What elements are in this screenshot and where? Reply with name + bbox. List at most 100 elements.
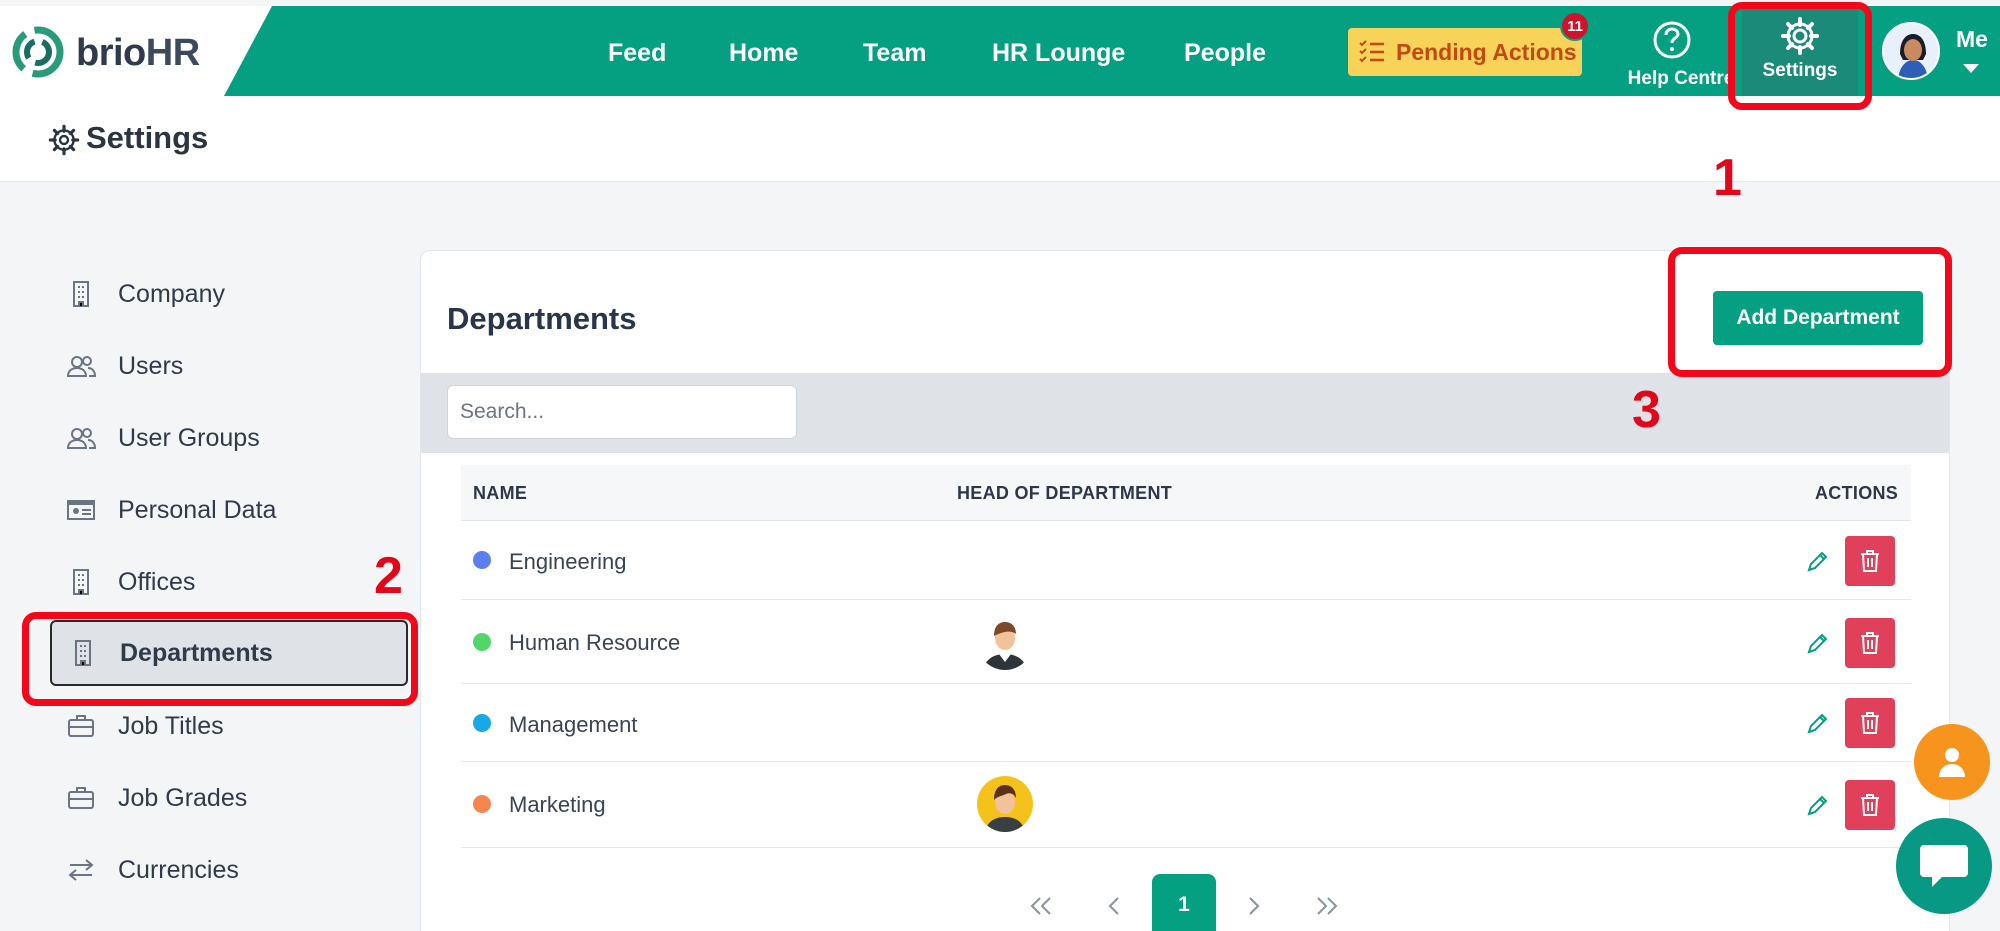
help-centre-button[interactable]: Help Centre [1616,16,1740,92]
department-color-dot [473,714,491,732]
avatar-man-icon [977,614,1033,670]
next-page-button[interactable] [1240,876,1268,931]
annotation-highlight-add-department [1668,247,1952,377]
page-button-current[interactable]: 1 [1152,874,1216,931]
department-name: Engineering [509,549,627,574]
table-row: Engineering [461,522,1911,600]
department-name: Human Resource [509,630,681,655]
first-page-button[interactable] [1024,876,1058,931]
user-support-button[interactable] [1914,724,1990,800]
pending-actions-label: Pending Actions [1396,38,1577,65]
department-color-dot [473,633,491,651]
departments-title: Departments [447,301,637,336]
trash-icon [1861,712,1879,734]
chevron-double-right-icon [1317,897,1338,915]
briohr-logo-icon [12,26,64,78]
users-icon [66,428,96,449]
briefcase-icon [68,787,94,809]
column-header-head: HEAD OF DEPARTMENT [957,483,1173,503]
sidebar-item-label: Job Grades [118,783,248,812]
nav-people[interactable]: People [1184,39,1266,68]
building-icon [73,281,89,307]
annotation-highlight-settings [1728,2,1872,110]
building-icon [73,569,89,595]
chat-bubble-icon [1920,845,1968,887]
department-color-dot [473,795,491,813]
pencil-icon [1807,633,1828,654]
sidebar-item-offices[interactable]: Offices [50,553,410,611]
last-page-button[interactable] [1310,876,1344,931]
user-avatar[interactable] [1882,22,1940,80]
id-card-icon [67,500,95,520]
checklist-icon [1359,40,1384,63]
sidebar-item-job-grades[interactable]: Job Grades [50,769,410,827]
trash-icon [1861,550,1879,572]
nav-home[interactable]: Home [729,39,798,68]
search-bar [421,373,1949,453]
edit-button[interactable] [1801,706,1835,740]
sidebar-item-label: Users [118,351,184,380]
sidebar-item-label: Job Titles [118,711,224,740]
sidebar-item-label: Offices [118,567,196,596]
sidebar-item-user-groups[interactable]: User Groups [50,409,410,467]
search-input[interactable] [447,385,797,439]
edit-button[interactable] [1801,626,1835,660]
pencil-icon [1807,551,1828,572]
trash-icon [1861,632,1879,654]
brand-name: brioHR [76,32,200,74]
head-of-department-avatar[interactable] [977,776,1033,832]
sidebar-item-label: Company [118,279,225,308]
sidebar-item-label: Currencies [118,855,239,884]
delete-button[interactable] [1845,698,1895,748]
nav-team[interactable]: Team [863,39,926,68]
edit-button[interactable] [1801,788,1835,822]
table-row: Marketing [461,762,1911,848]
gear-icon [48,124,80,156]
edit-button[interactable] [1801,544,1835,578]
briefcase-icon [68,715,94,737]
sidebar-item-personal-data[interactable]: Personal Data [50,481,410,539]
annotation-step-1: 1 [1713,149,1742,207]
nav-feed[interactable]: Feed [608,39,666,68]
annotation-step-3: 3 [1632,381,1661,439]
pending-actions-button[interactable]: Pending Actions [1348,28,1582,76]
pending-count-badge: 11 [1560,11,1590,41]
table-row: Management [461,684,1911,762]
trash-icon [1861,794,1879,816]
sidebar-item-company[interactable]: Company [50,265,410,323]
pencil-icon [1807,713,1828,734]
chevron-left-icon [1108,897,1119,915]
previous-page-button[interactable] [1100,876,1128,931]
department-color-dot [473,551,491,569]
annotation-step-2: 2 [374,547,403,605]
page-title: Settings [86,120,209,155]
person-icon [1939,748,1965,777]
chat-button[interactable] [1896,818,1992,914]
column-header-name: NAME [473,483,528,503]
table-row: Human Resource [461,600,1911,684]
delete-button[interactable] [1845,780,1895,830]
chevron-down-icon[interactable] [1963,64,1979,73]
nav-hr-lounge[interactable]: HR Lounge [992,39,1125,68]
sidebar-item-currencies[interactable]: Currencies [50,841,410,899]
delete-button[interactable] [1845,536,1895,586]
sidebar-item-label: Personal Data [118,495,277,524]
top-navigation-bar: brioHR Feed Home Team HR Lounge People P… [0,6,2000,96]
department-name: Management [509,712,638,737]
delete-button[interactable] [1845,618,1895,668]
help-centre-label: Help Centre [1627,68,1735,89]
department-name: Marketing [509,792,606,817]
annotation-highlight-departments [22,612,418,706]
brand-logo[interactable]: brioHR [0,6,272,96]
pencil-icon [1807,795,1828,816]
avatar-man-yellow-icon [977,776,1033,832]
question-circle-icon [1653,21,1691,59]
sidebar-item-users[interactable]: Users [50,337,410,395]
me-label[interactable]: Me [1956,26,1988,53]
chevron-right-icon [1249,897,1260,915]
avatar-woman-icon [1884,24,1938,78]
column-header-actions: ACTIONS [1815,483,1899,503]
head-of-department-avatar[interactable] [977,614,1033,670]
sidebar-item-label: User Groups [118,423,260,452]
arrows-icon [68,859,94,881]
